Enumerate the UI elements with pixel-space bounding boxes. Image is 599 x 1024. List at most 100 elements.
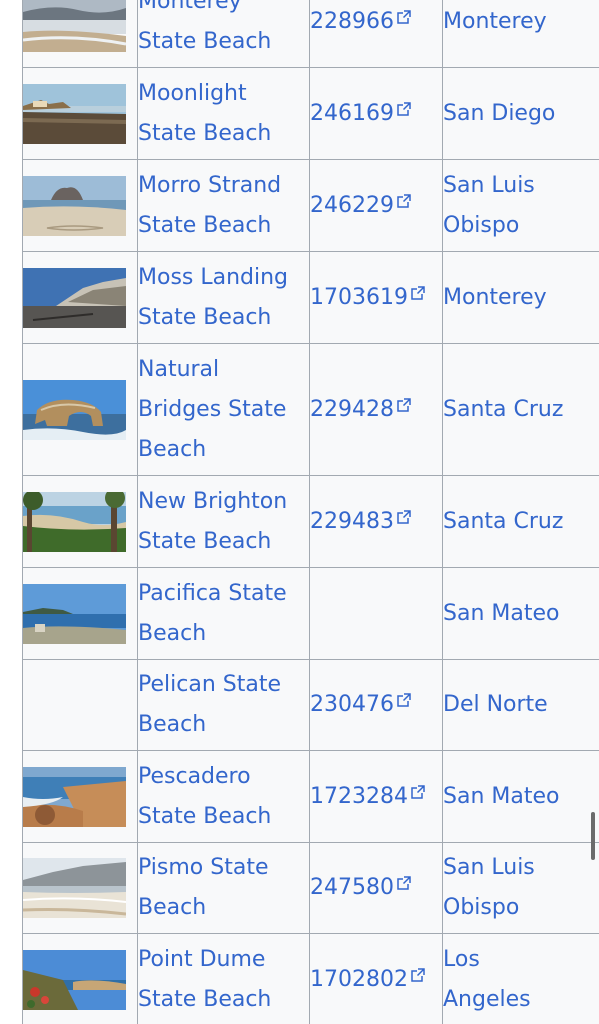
gnis-id-cell: 229483 xyxy=(309,475,443,568)
gnis-id-cell: 1702802 xyxy=(309,933,443,1024)
image-cell xyxy=(22,659,138,751)
county-link[interactable]: Monterey xyxy=(444,278,599,318)
state-beaches-table: Monterey State Beach 228966 Monterey Moonlig… xyxy=(22,0,599,1024)
beach-name-link[interactable]: Monterey xyxy=(138,0,309,22)
county-link[interactable]: San Luis xyxy=(444,166,599,206)
gnis-id-cell: 230476 xyxy=(309,659,443,751)
beach-name-cell: Pelican State Beach xyxy=(137,659,310,751)
beach-name-link[interactable]: Pacifica State xyxy=(138,574,309,614)
beach-name-link[interactable]: Moonlight xyxy=(138,74,309,114)
county-cell: Monterey xyxy=(442,0,599,68)
beach-name-link[interactable]: Bridges State xyxy=(138,390,309,430)
beach-name-link[interactable]: State Beach xyxy=(138,298,309,338)
gnis-id-link[interactable]: 229428 xyxy=(310,397,394,422)
table-row: Pescadero State Beach 1723284 San Mateo xyxy=(22,750,599,843)
beach-name-link[interactable]: New Brighton xyxy=(138,482,309,522)
county-cell: San Luis Obispo xyxy=(442,842,599,934)
beach-thumbnail[interactable] xyxy=(23,83,126,144)
county-link[interactable]: San Diego xyxy=(444,94,599,134)
county-cell: Del Norte xyxy=(442,659,599,751)
image-cell xyxy=(22,933,138,1024)
beach-name-link[interactable]: Pescadero xyxy=(138,757,309,797)
page-viewport: Monterey State Beach 228966 Monterey Moonlig… xyxy=(0,0,599,1024)
beach-name-link[interactable]: State Beach xyxy=(138,114,309,154)
gnis-id-link[interactable]: 246229 xyxy=(310,193,394,218)
beach-name-link[interactable]: Point Dume xyxy=(138,940,309,980)
external-link-icon xyxy=(394,101,411,124)
image-cell xyxy=(22,750,138,843)
beach-name-link[interactable]: Beach xyxy=(138,614,309,654)
external-link-icon xyxy=(394,397,411,420)
beach-name-cell: Natural Bridges State Beach xyxy=(137,343,310,476)
beach-name-link[interactable]: State Beach xyxy=(138,980,309,1020)
beach-name-cell: Pacifica State Beach xyxy=(137,567,310,660)
beach-thumbnail[interactable] xyxy=(23,267,126,328)
beach-name-cell: Moonlight State Beach xyxy=(137,67,310,160)
beach-thumbnail[interactable] xyxy=(23,491,126,552)
gnis-id-cell: 228966 xyxy=(309,0,443,68)
beach-name-link[interactable]: Moss Landing xyxy=(138,258,309,298)
county-cell: Monterey xyxy=(442,251,599,344)
gnis-id-link[interactable]: 1702802 xyxy=(310,967,408,992)
county-link[interactable]: Angeles xyxy=(444,980,599,1020)
gnis-id-link[interactable]: 230476 xyxy=(310,692,394,717)
beach-thumbnail[interactable] xyxy=(23,0,126,52)
gnis-id-link[interactable]: 1723284 xyxy=(310,784,408,809)
image-cell xyxy=(22,0,138,68)
beach-name-link[interactable]: Natural xyxy=(138,350,309,390)
image-cell xyxy=(22,567,138,660)
beach-thumbnail[interactable] xyxy=(23,583,126,644)
gnis-id-link[interactable]: 1703619 xyxy=(310,285,408,310)
county-cell: Santa Cruz xyxy=(442,343,599,476)
county-link[interactable]: Los xyxy=(444,940,599,980)
beach-thumbnail[interactable] xyxy=(23,175,126,236)
beach-name-link[interactable]: Pelican State xyxy=(138,665,309,705)
beach-name-cell: New Brighton State Beach xyxy=(137,475,310,568)
external-link-icon xyxy=(408,784,425,807)
county-cell: San Mateo xyxy=(442,750,599,843)
beach-name-cell: Point Dume State Beach xyxy=(137,933,310,1024)
beach-name-link[interactable]: State Beach xyxy=(138,22,309,62)
county-link[interactable]: Santa Cruz xyxy=(444,502,599,542)
county-link[interactable]: Obispo xyxy=(444,206,599,246)
county-link[interactable]: San Mateo xyxy=(444,777,599,817)
beach-name-link[interactable]: State Beach xyxy=(138,522,309,562)
county-cell: Los Angeles xyxy=(442,933,599,1024)
beach-name-cell: Moss Landing State Beach xyxy=(137,251,310,344)
beach-name-cell: Morro Strand State Beach xyxy=(137,159,310,252)
external-link-icon xyxy=(408,285,425,308)
gnis-id-link[interactable]: 229483 xyxy=(310,509,394,534)
county-link[interactable]: San Luis xyxy=(444,848,599,888)
beach-name-cell: Monterey State Beach xyxy=(137,0,310,68)
beach-thumbnail[interactable] xyxy=(23,949,126,1010)
beach-name-link[interactable]: State Beach xyxy=(138,206,309,246)
gnis-id-link[interactable]: 247580 xyxy=(310,875,394,900)
beach-name-cell: Pismo State Beach xyxy=(137,842,310,934)
beach-name-link[interactable]: Morro Strand xyxy=(138,166,309,206)
county-link[interactable]: Obispo xyxy=(444,888,599,928)
beach-name-link[interactable]: Beach xyxy=(138,888,309,928)
gnis-id-cell: 246169 xyxy=(309,67,443,160)
county-link[interactable]: Santa Cruz xyxy=(444,390,599,430)
gnis-id-cell: 229428 xyxy=(309,343,443,476)
beach-name-link[interactable]: Beach xyxy=(138,705,309,745)
beach-name-link[interactable]: Pismo State xyxy=(138,848,309,888)
image-cell xyxy=(22,343,138,476)
gnis-id-cell: 1723284 xyxy=(309,750,443,843)
scrollbar-thumb[interactable] xyxy=(591,812,595,860)
beach-thumbnail[interactable] xyxy=(23,379,126,440)
county-link[interactable]: Del Norte xyxy=(444,685,599,725)
beach-thumbnail[interactable] xyxy=(23,858,126,918)
gnis-id-link[interactable]: 228966 xyxy=(310,9,394,34)
image-cell xyxy=(22,67,138,160)
external-link-icon xyxy=(394,876,411,898)
county-link[interactable]: San Mateo xyxy=(444,594,599,634)
county-cell: San Diego xyxy=(442,67,599,160)
beach-thumbnail[interactable] xyxy=(23,766,126,827)
external-link-icon xyxy=(394,693,411,715)
beach-name-link[interactable]: State Beach xyxy=(138,797,309,837)
gnis-id-link[interactable]: 246169 xyxy=(310,101,394,126)
county-link[interactable]: Monterey xyxy=(444,2,599,42)
beach-name-link[interactable]: Beach xyxy=(138,430,309,470)
beach-name-cell: Pescadero State Beach xyxy=(137,750,310,843)
